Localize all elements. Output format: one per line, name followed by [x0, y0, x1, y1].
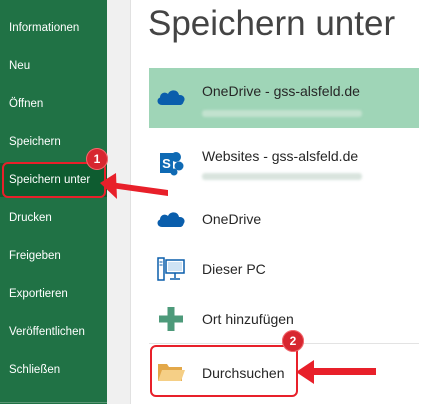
location-onedrive-gss[interactable]: OneDrive - gss-alsfeld.de	[149, 68, 419, 128]
plus-icon	[154, 302, 188, 336]
page-title: Speichern unter	[148, 4, 396, 43]
places-panel	[107, 0, 130, 404]
sidebar-item-drucken[interactable]: Drucken	[0, 201, 107, 235]
sidebar-item-schliessen[interactable]: Schließen	[0, 353, 107, 387]
location-label: Ort hinzufügen	[202, 311, 294, 327]
sidebar-item-neu[interactable]: Neu	[0, 49, 107, 83]
location-label: OneDrive - gss-alsfeld.de	[202, 83, 360, 99]
sidebar-item-veroeffentlichen[interactable]: Veröffentlichen	[0, 315, 107, 349]
onedrive-cloud-icon	[154, 80, 188, 114]
sidebar-item-oeffnen[interactable]: Öffnen	[0, 87, 107, 121]
panel-divider	[130, 0, 131, 404]
sidebar-item-freigeben[interactable]: Freigeben	[0, 239, 107, 273]
location-onedrive[interactable]: OneDrive	[149, 200, 419, 238]
location-label: Dieser PC	[202, 261, 266, 277]
sharepoint-icon: S	[154, 146, 188, 180]
location-path-blurred	[202, 110, 362, 117]
location-websites-gss[interactable]: S Websites - gss-alsfeld.de	[149, 140, 419, 188]
svg-text:S: S	[162, 156, 171, 171]
sidebar-item-informationen[interactable]: Informationen	[0, 11, 107, 45]
location-label: OneDrive	[202, 211, 262, 227]
onedrive-cloud-icon	[154, 202, 188, 236]
location-ort-hinzufuegen[interactable]: Ort hinzufügen	[149, 300, 419, 338]
location-path-blurred	[202, 173, 362, 180]
backstage-sidebar: Informationen Neu Öffnen Speichern Speic…	[0, 0, 107, 404]
sidebar-item-exportieren[interactable]: Exportieren	[0, 277, 107, 311]
annotation-box-2	[150, 345, 298, 397]
annotation-badge-2: 2	[282, 330, 304, 352]
location-dieser-pc[interactable]: Dieser PC	[149, 250, 419, 288]
annotation-badge-1: 1	[86, 148, 108, 170]
location-label: Websites - gss-alsfeld.de	[202, 148, 359, 164]
computer-icon	[154, 252, 188, 286]
sidebar-divider	[0, 402, 107, 403]
